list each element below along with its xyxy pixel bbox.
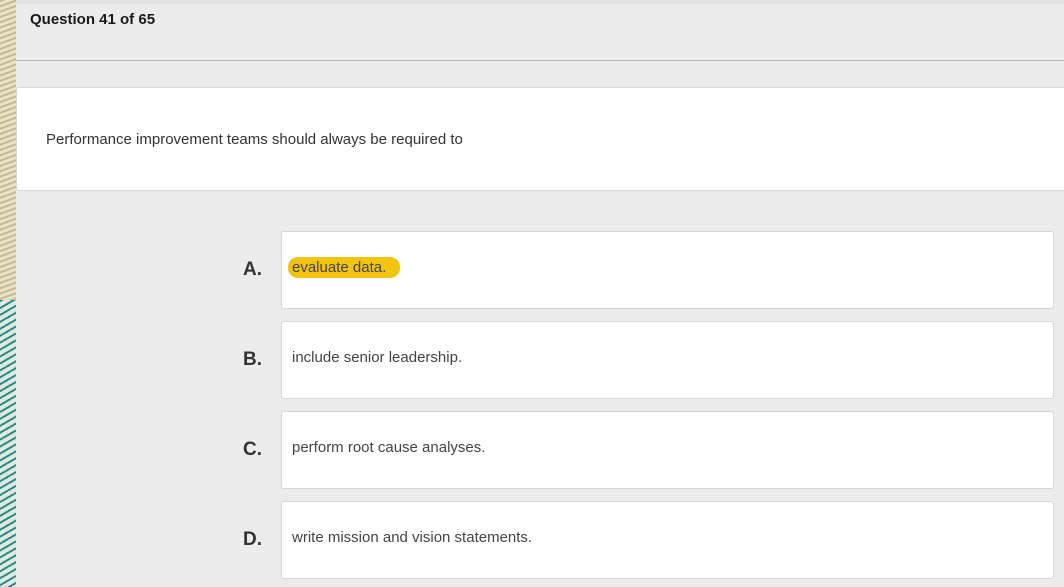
option-c-button[interactable]: perform root cause analyses. bbox=[281, 411, 1054, 489]
option-a-highlight: evaluate data. bbox=[288, 257, 401, 278]
option-d-text: write mission and vision statements. bbox=[292, 529, 533, 546]
option-a-text: evaluate data. bbox=[288, 257, 401, 278]
option-a-letter: A. bbox=[243, 259, 262, 280]
left-decorative-border-lower bbox=[0, 300, 16, 587]
option-b-text: include senior leadership. bbox=[292, 349, 463, 366]
question-header: Question 41 of 65 bbox=[16, 0, 1064, 60]
question-card: Performance improvement teams should alw… bbox=[16, 87, 1064, 191]
option-b-button[interactable]: include senior leadership. bbox=[281, 321, 1054, 399]
question-counter: Question 41 of 65 bbox=[30, 11, 156, 28]
option-c-letter: C. bbox=[243, 439, 262, 460]
option-d-button[interactable]: write mission and vision statements. bbox=[281, 501, 1054, 579]
left-decorative-border bbox=[0, 0, 16, 587]
option-d-letter: D. bbox=[243, 529, 262, 550]
option-c-text: perform root cause analyses. bbox=[292, 439, 486, 456]
question-text: Performance improvement teams should alw… bbox=[46, 131, 463, 148]
option-a-button[interactable]: evaluate data. bbox=[281, 231, 1054, 309]
option-b-letter: B. bbox=[243, 349, 262, 370]
header-divider bbox=[16, 60, 1064, 61]
